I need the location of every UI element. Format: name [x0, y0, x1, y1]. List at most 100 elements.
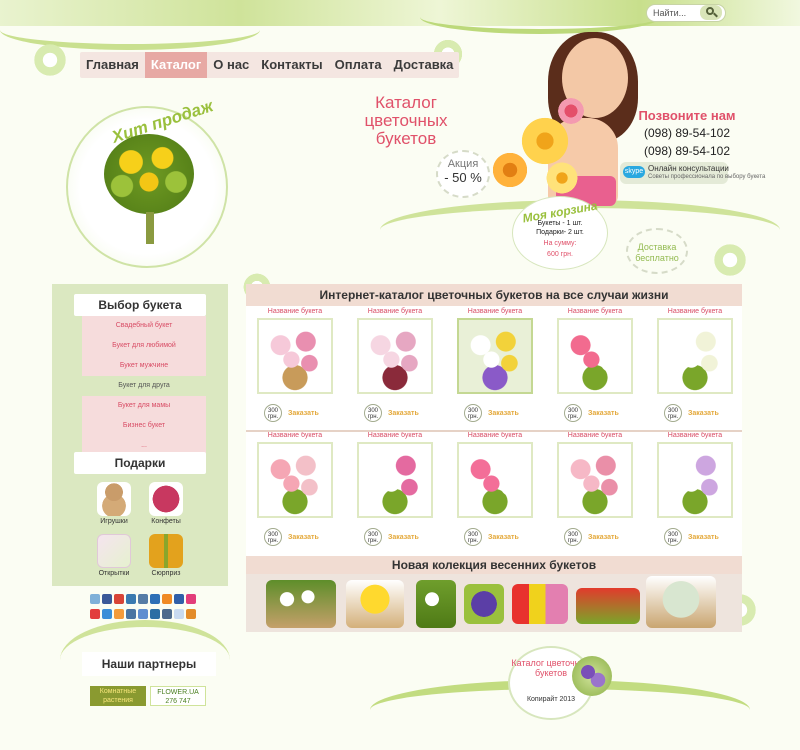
sidebar-item-man[interactable]: Букет мужчине — [82, 356, 206, 376]
nav-about[interactable]: О нас — [207, 52, 255, 78]
sidebar-item-business[interactable]: Бизнес букет — [82, 416, 206, 436]
product-image[interactable] — [657, 318, 733, 394]
order-button[interactable]: Заказать — [488, 410, 519, 417]
product-name[interactable]: Название букета — [552, 308, 638, 318]
product-image[interactable] — [357, 318, 433, 394]
product-card[interactable]: Название букета 300 грн. Заказать — [452, 308, 538, 422]
google-icon[interactable] — [114, 594, 124, 604]
order-button[interactable]: Заказать — [288, 410, 319, 417]
product-name[interactable]: Название букета — [652, 308, 738, 318]
product-image[interactable] — [557, 442, 633, 518]
skype-consult-button[interactable]: skype Онлайн консультации Советы професс… — [620, 162, 765, 184]
partner-plants-link[interactable]: Комнатные растения — [90, 686, 146, 706]
product-name[interactable]: Название букета — [252, 432, 338, 442]
product-card[interactable]: Название букета 300 грн. Заказать — [552, 432, 638, 546]
vk-icon[interactable] — [138, 594, 148, 604]
gift-label: Открытки — [98, 570, 130, 577]
product-image[interactable] — [257, 442, 333, 518]
reddit-icon[interactable] — [174, 609, 184, 619]
product-image[interactable] — [557, 318, 633, 394]
price-currency: грн. — [367, 414, 379, 420]
price-currency: грн. — [467, 538, 479, 544]
linkedin-icon[interactable] — [150, 609, 160, 619]
product-card[interactable]: Название букета 300 грн. Заказать — [352, 432, 438, 546]
facebook-icon[interactable] — [102, 594, 112, 604]
product-name[interactable]: Название букета — [352, 308, 438, 318]
product-name[interactable]: Название букета — [452, 432, 538, 442]
nav-contacts[interactable]: Контакты — [255, 52, 328, 78]
product-name[interactable]: Название букета — [352, 432, 438, 442]
product-image[interactable] — [457, 318, 533, 394]
order-button[interactable]: Заказать — [288, 534, 319, 541]
spring-bouquet-image[interactable] — [576, 588, 640, 624]
order-button[interactable]: Заказать — [688, 410, 719, 417]
product-name[interactable]: Название букета — [552, 432, 638, 442]
gift-label: Игрушки — [100, 518, 128, 525]
gift-cards[interactable]: Открытки — [84, 534, 144, 577]
order-button[interactable]: Заказать — [688, 534, 719, 541]
skype-sub: Советы профессионала по выбору букета — [648, 174, 766, 180]
order-button[interactable]: Заказать — [488, 534, 519, 541]
nav-delivery[interactable]: Доставка — [388, 52, 460, 78]
product-card[interactable]: Название букета 300 грн. Заказать — [452, 432, 538, 546]
spring-bouquet-image[interactable] — [416, 580, 456, 628]
yandex-icon[interactable] — [90, 609, 100, 619]
sidebar-item-beloved[interactable]: Букет для любимой — [82, 336, 206, 356]
product-name[interactable]: Название букета — [452, 308, 538, 318]
partners-title: Наши партнеры — [82, 652, 216, 676]
product-card[interactable]: Название букета 300 грн. Заказать — [252, 308, 338, 422]
sidebar-item-friend[interactable]: Букет для друга — [82, 376, 206, 396]
delicious-icon[interactable] — [102, 609, 112, 619]
order-button[interactable]: Заказать — [388, 534, 419, 541]
product-card[interactable]: Название букета 300 грн. Заказать — [652, 308, 738, 422]
product-image[interactable] — [357, 442, 433, 518]
copyright: Копирайт 2013 — [526, 696, 576, 703]
product-card[interactable]: Название букета 300 грн. Заказать — [252, 432, 338, 546]
gift-toys[interactable]: Игрушки — [84, 482, 144, 525]
sidebar-item-wedding[interactable]: Свадебный букет — [82, 316, 206, 336]
phone-number[interactable]: (098) 89-54-102 — [632, 143, 742, 159]
myspace-icon[interactable] — [162, 609, 172, 619]
spring-bouquet-image[interactable] — [464, 584, 504, 624]
product-name[interactable]: Название букета — [252, 308, 338, 318]
product-card[interactable]: Название букета 300 грн. Заказать — [552, 308, 638, 422]
star-icon[interactable] — [186, 594, 196, 604]
nav-home[interactable]: Главная — [80, 52, 145, 78]
gift-surprise[interactable]: Сюрприз — [136, 534, 196, 577]
product-name[interactable]: Название букета — [652, 432, 738, 442]
product-image[interactable] — [457, 442, 533, 518]
digg-icon[interactable] — [126, 609, 136, 619]
order-button[interactable]: Заказать — [388, 410, 419, 417]
price-currency: грн. — [367, 538, 379, 544]
spring-bouquet-image[interactable] — [266, 580, 336, 628]
cart-widget[interactable]: Моя корзина Букеты - 1 шт. Подарки- 2 шт… — [512, 196, 608, 270]
product-image[interactable] — [257, 318, 333, 394]
rss-icon[interactable] — [186, 609, 196, 619]
product-card[interactable]: Название букета 300 грн. Заказать — [652, 432, 738, 546]
free-delivery-badge[interactable]: Доставка бесплатно — [626, 228, 688, 274]
spring-bouquet-image[interactable] — [512, 584, 568, 624]
spring-bouquet-image[interactable] — [646, 576, 716, 628]
bestseller-bouquet-image[interactable] — [104, 134, 194, 244]
twitter-icon[interactable] — [90, 594, 100, 604]
search-button[interactable] — [700, 5, 722, 20]
order-button[interactable]: Заказать — [588, 410, 619, 417]
blogger-icon[interactable] — [114, 609, 124, 619]
livejournal-icon[interactable] — [126, 594, 136, 604]
spring-bouquet-image[interactable] — [346, 580, 404, 628]
phone-number[interactable]: (098) 89-54-102 — [632, 125, 742, 141]
sidebar-item-mom[interactable]: Букет для мамы — [82, 396, 206, 416]
friendfeed-icon[interactable] — [138, 609, 148, 619]
partner-flowerua-link[interactable]: FLOWER.UA 276 747 — [150, 686, 206, 706]
nav-catalog[interactable]: Каталог — [144, 52, 208, 78]
product-image[interactable] — [657, 442, 733, 518]
product-card[interactable]: Название букета 300 грн. Заказать — [352, 308, 438, 422]
odnoklassniki-icon[interactable] — [162, 594, 172, 604]
gift-candy[interactable]: Конфеты — [136, 482, 196, 525]
nav-payment[interactable]: Оплата — [329, 52, 388, 78]
flickr-icon[interactable] — [174, 594, 184, 604]
order-button[interactable]: Заказать — [588, 534, 619, 541]
skype-icon: skype — [623, 166, 645, 178]
mailru-icon[interactable] — [150, 594, 160, 604]
promo-badge[interactable]: Акция - 50 % — [436, 150, 490, 198]
